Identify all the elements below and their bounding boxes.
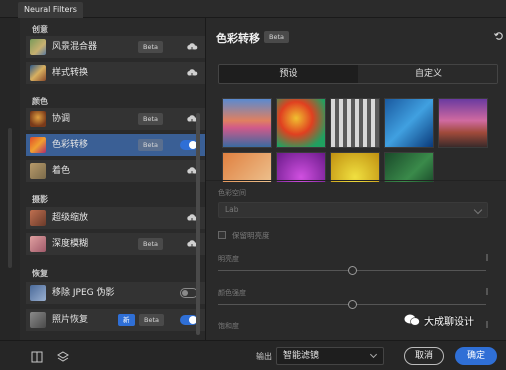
- filter-label: 超级缩放: [52, 213, 89, 223]
- filter-item-colorize[interactable]: 着色: [26, 160, 206, 182]
- filter-item-style-transfer[interactable]: 样式转换: [26, 62, 206, 84]
- color-transfer-thumbnail: [30, 137, 46, 153]
- left-toolbar-strip: [0, 18, 20, 370]
- style-transfer-thumbnail: [30, 65, 46, 81]
- color-space-select[interactable]: Lab: [218, 202, 488, 218]
- filter-item-jpeg-artifact-removal[interactable]: 移除 JPEG 伪影: [26, 282, 206, 304]
- preset-yellow-flower[interactable]: [330, 152, 380, 182]
- luminance-slider-knob[interactable]: [348, 266, 357, 275]
- luminance-label: 明亮度: [218, 255, 239, 263]
- filter-label: 风景混合器: [52, 42, 98, 52]
- beta-badge: Beta: [138, 238, 163, 250]
- filter-settings-panel: 色彩转移 Beta 预设 自定义 色彩空间 Lab 保留明亮度 明亮度 颜色强度…: [206, 18, 506, 340]
- section-color: 颜色: [32, 97, 48, 106]
- chevron-down-icon: [473, 205, 483, 215]
- filter-item-photo-restoration[interactable]: 照片恢复 新 Beta: [26, 309, 206, 331]
- colorize-thumbnail: [30, 163, 46, 179]
- filter-item-depth-blur[interactable]: 深度模糊 Beta: [26, 233, 206, 255]
- footer-bar: 输出 智能滤镜 取消 确定: [0, 340, 506, 370]
- beta-badge: Beta: [138, 113, 163, 125]
- landscape-mixer-thumbnail: [30, 39, 46, 55]
- beta-badge: Beta: [138, 139, 163, 151]
- beta-badge: Beta: [264, 31, 289, 43]
- tab-neural-filters[interactable]: Neural Filters: [18, 2, 83, 18]
- preset-blue-feathers[interactable]: [384, 98, 434, 148]
- strip-scroll-handle[interactable]: [8, 128, 12, 268]
- preset-purple-flowers[interactable]: [276, 152, 326, 182]
- filter-list-panel: 创意 风景混合器 Beta 样式转换 颜色 协调 Beta 色彩转移 Beta …: [20, 18, 206, 340]
- slider-end-marker: [486, 254, 488, 261]
- cloud-download-icon[interactable]: [186, 68, 198, 78]
- color-space-value: Lab: [225, 205, 239, 214]
- watermark: 大成聊设计: [404, 312, 474, 328]
- preset-cat-illustration[interactable]: [222, 152, 272, 182]
- preset-flower-field[interactable]: [276, 98, 326, 148]
- output-value: 智能滤镜: [283, 351, 320, 361]
- split-view-icon[interactable]: [30, 350, 44, 364]
- preserve-luminance-checkbox[interactable]: [218, 231, 226, 239]
- color-intensity-label: 颜色强度: [218, 289, 246, 297]
- filter-item-harmonization[interactable]: 协调 Beta: [26, 108, 206, 130]
- slider-end-marker: [486, 288, 488, 295]
- jpeg-artifact-thumbnail: [30, 285, 46, 301]
- filter-label: 着色: [52, 166, 71, 176]
- document-tab-bar: Neural Filters: [0, 0, 506, 18]
- photo-restoration-thumbnail: [30, 312, 46, 328]
- harmonization-thumbnail: [30, 111, 46, 127]
- tab-presets[interactable]: 预设: [219, 65, 358, 83]
- tab-custom[interactable]: 自定义: [359, 65, 497, 83]
- preserve-luminance-label: 保留明亮度: [232, 231, 270, 240]
- layers-icon[interactable]: [56, 350, 70, 364]
- filter-settings-title: 色彩转移: [216, 32, 260, 45]
- cancel-button[interactable]: 取消: [404, 347, 444, 365]
- filter-label: 协调: [52, 114, 71, 124]
- filter-label: 深度模糊: [52, 239, 89, 249]
- preset-gothic-arches[interactable]: [330, 98, 380, 148]
- preset-desert-road[interactable]: [438, 98, 488, 148]
- saturation-label: 饱和度: [218, 322, 239, 330]
- filter-item-landscape-mixer[interactable]: 风景混合器 Beta: [26, 36, 206, 58]
- section-photography: 摄影: [32, 195, 48, 204]
- preset-sunset-lake[interactable]: [222, 98, 272, 148]
- slider-end-marker: [486, 321, 488, 328]
- filter-label: 色彩转移: [52, 140, 89, 150]
- ok-button[interactable]: 确定: [455, 347, 497, 365]
- chevron-down-icon: [369, 350, 378, 359]
- filter-label: 样式转换: [52, 68, 89, 78]
- beta-badge: Beta: [139, 314, 164, 326]
- toggle-knob: [182, 290, 188, 296]
- color-intensity-slider-knob[interactable]: [348, 300, 357, 309]
- output-select[interactable]: 智能滤镜: [276, 347, 384, 365]
- filter-list-scrollbar[interactable]: [196, 113, 200, 335]
- reset-icon[interactable]: [494, 31, 504, 41]
- preset-image-grid: [218, 96, 498, 182]
- output-label: 输出: [256, 352, 272, 361]
- filter-item-super-zoom[interactable]: 超级缩放: [26, 207, 206, 229]
- section-restore: 恢复: [32, 269, 48, 278]
- color-space-label: 色彩空间: [218, 189, 246, 197]
- cloud-download-icon[interactable]: [186, 42, 198, 52]
- super-zoom-thumbnail: [30, 210, 46, 226]
- watermark-text: 大成聊设计: [424, 316, 474, 328]
- preset-custom-segmented-control: 预设 自定义: [218, 64, 498, 84]
- depth-blur-thumbnail: [30, 236, 46, 252]
- beta-badge: Beta: [138, 41, 163, 53]
- filter-item-color-transfer[interactable]: 色彩转移 Beta: [26, 134, 206, 156]
- section-separator: [206, 180, 506, 181]
- preset-green-leaves[interactable]: [384, 152, 434, 182]
- wechat-logo-icon: [404, 314, 420, 326]
- filter-label: 移除 JPEG 伪影: [52, 288, 115, 298]
- section-creative: 创意: [32, 25, 48, 34]
- new-badge: 新: [118, 314, 135, 326]
- filter-label: 照片恢复: [52, 315, 89, 325]
